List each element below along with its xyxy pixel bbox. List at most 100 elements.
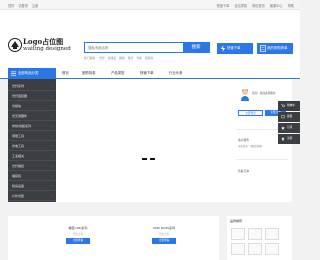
search-button[interactable]: 搜索 xyxy=(183,43,209,52)
panel-login-button[interactable]: 立即登录 xyxy=(238,110,263,116)
brand-thumb[interactable] xyxy=(231,243,245,255)
sidebar-item[interactable]: 光模块 › xyxy=(8,101,56,111)
star-icon xyxy=(281,126,285,130)
chevron-right-icon: › xyxy=(51,94,53,98)
divider xyxy=(236,159,288,160)
product-view-button[interactable]: 立即查看 xyxy=(66,238,90,244)
nav-tab-quick-order[interactable]: 快速下单 xyxy=(140,68,154,79)
brand-thumb[interactable] xyxy=(265,228,279,240)
sidebar-item-label: 熔接机 xyxy=(12,174,22,178)
nav-tab-industry-news[interactable]: 行业头条 xyxy=(169,68,183,79)
list-icon xyxy=(260,45,266,52)
hot-word[interactable]: 接线盒 xyxy=(108,56,116,60)
sidebar-item[interactable]: 光纤系列 › xyxy=(8,81,56,91)
category-sidebar: 光纤系列 › 光纤连接器 › 光模块 › 光无源器件 › 布线/线缆系列 › 测量工具 › … xyxy=(8,79,56,202)
hot-word[interactable]: 尾纤 xyxy=(128,56,134,60)
sidebar-item-label: 光电工具 xyxy=(12,144,25,148)
lightning-icon xyxy=(221,45,225,52)
brand-thumb[interactable] xyxy=(265,243,279,255)
top-link-home[interactable]: 网站首页 xyxy=(252,3,265,8)
chevron-right-icon: › xyxy=(51,184,53,188)
chevron-right-icon: › xyxy=(51,84,53,88)
sidebar-item[interactable]: 户外光缆 › xyxy=(8,191,56,201)
top-bar: 您好 请登录 注册 快速下单 全站导航 网站首页 客服中心 帮助 xyxy=(0,0,300,10)
hot-word[interactable]: 光纤 xyxy=(99,56,105,60)
product-view-button[interactable]: 立即查看 xyxy=(152,238,176,244)
login-link[interactable]: 请登录 xyxy=(18,3,28,8)
site-logo[interactable]: Logo占位图 waiting designed xyxy=(8,36,71,58)
sidebar-item[interactable]: 机房设备 › xyxy=(8,181,56,191)
quick-order-label: 快速下单 xyxy=(227,46,241,50)
search-input[interactable] xyxy=(85,43,183,52)
top-link-help[interactable]: 帮助 xyxy=(288,3,294,8)
brand-thumb[interactable] xyxy=(231,228,245,240)
float-top-label: 顶部 xyxy=(287,137,293,140)
float-cart[interactable]: 购物车 xyxy=(278,101,300,111)
sidebar-item[interactable]: 布线/线缆系列 › xyxy=(8,121,56,131)
brand-thumb[interactable] xyxy=(248,228,262,240)
float-service[interactable]: 客服 xyxy=(278,112,300,122)
sidebar-item-label: 工业相关 xyxy=(12,154,25,158)
sidebar-item[interactable]: 光纤熔接 › xyxy=(8,161,56,171)
brand-recommend: 品牌推荐 xyxy=(227,216,292,260)
chevron-right-icon: › xyxy=(51,114,53,118)
logo-subtitle: waiting designed xyxy=(23,46,71,52)
sidebar-item[interactable]: 光无源器件 › xyxy=(8,111,56,121)
top-greeting: 您好 xyxy=(8,4,15,8)
product-name: AMD DC05系列 xyxy=(152,226,176,230)
hot-word[interactable]: 光缆 xyxy=(136,56,142,60)
sidebar-item-label: 光无源器件 xyxy=(12,114,28,118)
arrow-up-icon xyxy=(281,137,285,141)
product-showcase: 精密 LED系列 开拓全新 立即查看 AMD DC05系列 开拓全新 立即查看 xyxy=(8,216,219,260)
chevron-right-icon: › xyxy=(51,134,53,138)
brand-recommend-title: 品牌推荐 xyxy=(230,219,243,223)
sidebar-item[interactable]: 光纤连接器 › xyxy=(8,91,56,101)
hot-word[interactable]: 配线架 xyxy=(145,56,153,60)
sidebar-item-label: 光纤系列 xyxy=(12,84,25,88)
brand-thumb[interactable] xyxy=(248,243,262,255)
nav-tab-home[interactable]: 首页 xyxy=(62,68,69,79)
product-subtitle: 开拓全新 xyxy=(158,233,170,236)
hot-words: 热门搜索: 光纤 接线盒 跳线 尾纤 光缆 配线架 xyxy=(84,56,153,60)
float-subscribe[interactable]: 订阅 xyxy=(278,123,300,133)
chevron-right-icon: › xyxy=(51,124,53,128)
hot-word[interactable]: 跳线 xyxy=(119,56,125,60)
top-link-site-nav[interactable]: 全站导航 xyxy=(234,3,247,8)
float-top[interactable]: 顶部 xyxy=(278,134,300,144)
quick-order-button[interactable]: 快速下单 xyxy=(217,43,253,54)
service-line: 电话咨询：请联系客服 xyxy=(238,145,262,148)
top-link-service[interactable]: 客服中心 xyxy=(270,3,283,8)
search-box: 搜索 xyxy=(84,42,210,53)
product-subtitle: 开拓全新 xyxy=(72,233,84,236)
carousel-indicator[interactable] xyxy=(150,158,155,160)
banner-carousel[interactable] xyxy=(56,79,232,202)
chevron-right-icon: › xyxy=(51,174,53,178)
sidebar-item[interactable]: 光电工具 › xyxy=(8,141,56,151)
sidebar-item[interactable]: 测量工具 › xyxy=(8,131,56,141)
nav-tab-product-type[interactable]: 产品类型 xyxy=(111,68,125,79)
product-name: 精密 LED系列 xyxy=(68,226,88,230)
top-link-quick-order[interactable]: 快速下单 xyxy=(217,3,230,8)
top-bar-right: 快速下单 全站导航 网站首页 客服中心 帮助 xyxy=(217,3,294,8)
sidebar-item[interactable]: 工业相关 › xyxy=(8,151,56,161)
sidebar-item-label: 机房设备 xyxy=(12,184,25,188)
service-title: 客户服务 xyxy=(238,138,250,142)
top-bar-left: 您好 请登录 注册 xyxy=(8,3,38,8)
float-cart-label: 购物车 xyxy=(287,104,295,107)
order-link[interactable]: 查看订单 xyxy=(238,169,249,173)
chevron-right-icon: › xyxy=(51,104,53,108)
welcome-text: 您好！欢迎来到我的 xyxy=(252,92,276,95)
sidebar-item-label: 户外光缆 xyxy=(12,194,25,198)
chevron-right-icon: › xyxy=(51,154,53,158)
float-subscribe-label: 订阅 xyxy=(287,126,293,129)
sidebar-item-label: 光纤连接器 xyxy=(12,94,28,98)
main-nav: 全部商品分类 首页 团购特惠 产品类型 快速下单 行业头条 xyxy=(0,68,300,79)
sidebar-item[interactable]: 熔接机 › xyxy=(8,171,56,181)
purchase-list-button[interactable]: 我的采购清单 xyxy=(257,43,293,54)
nav-tab-group-buy[interactable]: 团购特惠 xyxy=(82,68,96,79)
carousel-indicator[interactable] xyxy=(142,158,147,160)
chevron-right-icon: › xyxy=(51,194,53,198)
register-link[interactable]: 注册 xyxy=(32,3,38,8)
all-categories-button[interactable]: 全部商品分类 xyxy=(8,68,56,79)
sidebar-item-label: 测量工具 xyxy=(12,134,25,138)
